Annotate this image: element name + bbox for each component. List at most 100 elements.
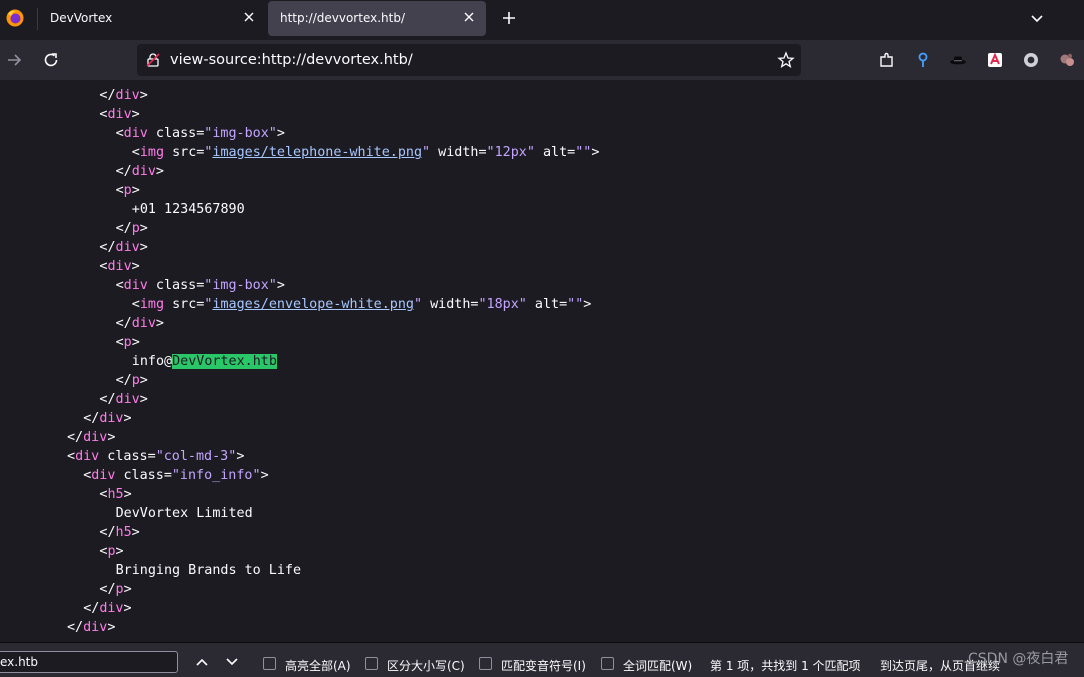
- tag-bracket: >: [123, 582, 132, 597]
- tag-name: div: [107, 259, 132, 274]
- attribute-name: class: [115, 468, 164, 483]
- bookmark-star-icon[interactable]: [777, 51, 795, 69]
- checkbox-box[interactable]: [365, 657, 378, 670]
- insecure-lock-icon[interactable]: [145, 52, 161, 68]
- forward-arrow-icon[interactable]: [4, 50, 24, 70]
- tag-bracket: </: [115, 373, 132, 388]
- text-content: Bringing Brands to Life: [115, 563, 302, 578]
- find-match-highlight: DevVortex.htb: [172, 354, 277, 369]
- new-tab-plus-icon[interactable]: [500, 9, 518, 27]
- red-extension-icon[interactable]: [985, 50, 1005, 70]
- address-bar[interactable]: view-source:http://devvortex.htb/: [137, 44, 801, 76]
- cookie-extension-icon[interactable]: [1057, 50, 1077, 70]
- tag-bracket: >: [139, 373, 148, 388]
- tag-bracket: >: [591, 145, 600, 160]
- tag-name: div: [83, 430, 108, 445]
- tag-name: div: [115, 392, 140, 407]
- tag-bracket: >: [139, 221, 148, 236]
- csdn-watermark: CSDN @夜白君: [968, 651, 1069, 667]
- page-source-view: </div> <div> <div class="img-box"> <img src…: [0, 80, 1084, 642]
- hat-extension-icon[interactable]: [948, 50, 968, 70]
- source-line: DevVortex Limited: [116, 504, 253, 523]
- tag-bracket: </: [67, 430, 84, 445]
- attribute-name: width: [430, 145, 479, 160]
- list-all-tabs-chevron-icon[interactable]: [1028, 9, 1046, 27]
- checkbox-label: 区分大小写(C): [387, 659, 465, 673]
- text-content: info@: [131, 354, 173, 369]
- tag-bracket: </: [115, 221, 132, 236]
- source-line: <div class="col-md-3">: [67, 447, 244, 466]
- reload-icon[interactable]: [41, 50, 61, 70]
- checkbox-label: 高亮全部(A): [285, 659, 351, 673]
- match-case-checkbox[interactable]: 区分大小写(C): [365, 656, 467, 673]
- tag-bracket: </: [67, 620, 84, 635]
- find-input[interactable]: ortex.htb: [0, 651, 178, 673]
- tag-bracket: >: [276, 126, 285, 141]
- tag-bracket: >: [123, 487, 132, 502]
- whole-words-checkbox[interactable]: 全词匹配(W): [601, 656, 695, 673]
- tag-bracket: </: [99, 582, 116, 597]
- attribute-value: "img-box": [204, 126, 277, 141]
- close-tab-icon[interactable]: [462, 10, 476, 24]
- source-line: <div>: [99, 257, 139, 276]
- highlight-all-checkbox[interactable]: 高亮全部(A): [263, 656, 353, 673]
- tag-bracket: >: [107, 620, 116, 635]
- source-line: <div class="img-box">: [116, 124, 285, 143]
- source-line: </div>: [116, 162, 164, 181]
- match-diacritics-checkbox[interactable]: 匹配变音符号(I): [479, 656, 589, 673]
- tag-bracket: =: [478, 145, 487, 160]
- location-pin-extension-icon[interactable]: [913, 50, 933, 70]
- find-previous-chevron-up-icon[interactable]: [195, 655, 209, 669]
- source-line: <div class="img-box">: [116, 276, 285, 295]
- source-line: </div>: [116, 314, 164, 333]
- checkbox-box[interactable]: [479, 657, 492, 670]
- source-line: info@DevVortex.htb: [132, 352, 277, 371]
- text-content: DevVortex Limited: [115, 506, 253, 521]
- source-link[interactable]: images/envelope-white.png: [212, 297, 414, 312]
- checkbox-box[interactable]: [601, 657, 614, 670]
- tag-bracket: =: [147, 449, 156, 464]
- source-link[interactable]: images/telephone-white.png: [212, 145, 422, 160]
- attribute-name: class: [147, 278, 197, 293]
- tag-bracket: >: [260, 468, 269, 483]
- tag-bracket: </: [115, 164, 132, 179]
- source-line: </div>: [67, 428, 115, 447]
- tag-bracket: </: [99, 525, 116, 540]
- text-content: +01 1234567890: [131, 202, 245, 217]
- tag-name: div: [99, 601, 124, 616]
- find-next-chevron-down-icon[interactable]: [225, 655, 239, 669]
- tag-name: div: [131, 164, 156, 179]
- checkbox-label: 全词匹配(W): [623, 659, 693, 673]
- attribute-name: class: [99, 449, 148, 464]
- source-line: <img src="images/envelope-white.png" wid…: [132, 295, 592, 314]
- tag-bracket: <: [115, 183, 124, 198]
- source-line: </div>: [83, 409, 131, 428]
- attribute-value: "18px": [478, 297, 527, 312]
- tab-view-source[interactable]: http://devvortex.htb/: [268, 1, 486, 36]
- source-line: </p>: [116, 219, 148, 238]
- tag-name: div: [107, 107, 132, 122]
- tag-name: img: [139, 297, 165, 312]
- tag-bracket: >: [131, 259, 140, 274]
- tag-name: div: [99, 411, 124, 426]
- circle-extension-icon[interactable]: [1021, 50, 1041, 70]
- extensions-puzzle-icon[interactable]: [877, 50, 897, 70]
- close-tab-icon[interactable]: [242, 10, 256, 24]
- tag-bracket: >: [236, 449, 245, 464]
- tag-bracket: </: [83, 411, 100, 426]
- tag-bracket: <: [115, 278, 124, 293]
- attribute-value: "img-box": [204, 278, 277, 293]
- source-line: </p>: [99, 580, 131, 599]
- tab-devvortex[interactable]: DevVortex: [38, 1, 266, 36]
- tag-bracket: >: [131, 107, 140, 122]
- tag-name: p: [115, 582, 124, 597]
- checkbox-box[interactable]: [263, 657, 276, 670]
- firefox-logo-icon[interactable]: [5, 8, 25, 28]
- source-line: <img src="images/telephone-white.png" wi…: [132, 143, 600, 162]
- tag-bracket: >: [131, 525, 140, 540]
- find-input-text: ortex.htb: [0, 655, 38, 669]
- tag-name: div: [123, 126, 148, 141]
- attribute-value: ": [422, 145, 431, 160]
- source-line: </h5>: [99, 523, 139, 542]
- source-line: <h5>: [99, 485, 131, 504]
